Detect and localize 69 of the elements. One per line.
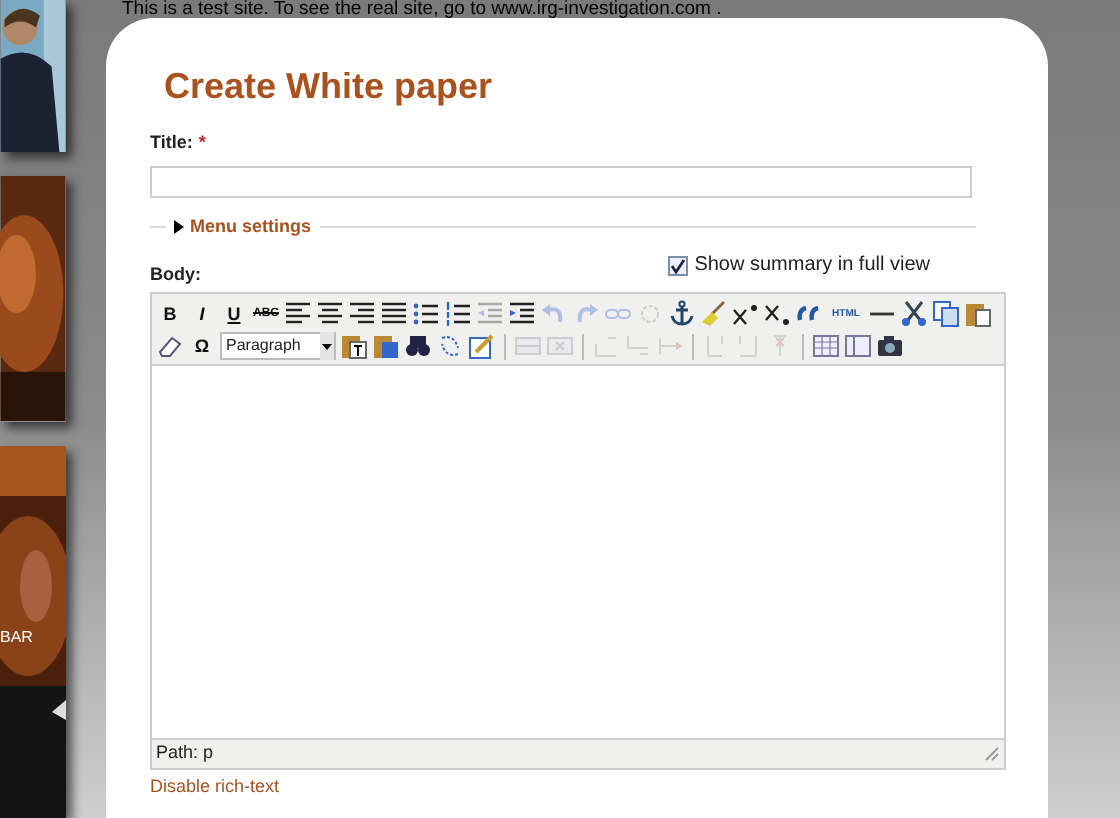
redo-icon — [572, 300, 600, 328]
summary-label: Show summary in full view — [694, 252, 930, 280]
pointer-icon — [52, 699, 66, 720]
table-properties-button[interactable] — [844, 332, 872, 360]
paste-word-icon — [372, 332, 400, 360]
superscript-button[interactable] — [732, 300, 760, 328]
summary-checkbox[interactable] — [668, 255, 689, 275]
anchor-icon — [668, 300, 696, 328]
edit-button[interactable] — [468, 332, 496, 360]
table-row-icon — [514, 332, 542, 360]
cut-icon — [900, 300, 928, 328]
resize-handle-icon[interactable] — [984, 746, 1000, 762]
page-title: Create White paper — [164, 64, 495, 108]
indent-icon — [508, 300, 536, 328]
table-icon — [812, 332, 840, 360]
subscript-icon — [764, 300, 792, 328]
superscript-icon — [732, 300, 760, 328]
outdent-icon — [476, 300, 504, 328]
justify-button[interactable] — [380, 300, 408, 328]
paste-word-button[interactable] — [372, 332, 400, 360]
align-center-button[interactable] — [316, 300, 344, 328]
binoculars-icon — [404, 332, 432, 360]
paste-text-button[interactable] — [340, 332, 368, 360]
broom-button[interactable] — [700, 300, 728, 328]
menu-settings-toggle[interactable]: Menu settings — [174, 213, 312, 240]
bullet-list-button[interactable] — [412, 300, 440, 328]
align-left-icon — [284, 300, 312, 328]
path-label: Path: p — [156, 740, 214, 767]
justify-icon — [380, 300, 408, 328]
format-button[interactable]: Ω — [188, 332, 216, 360]
format-button[interactable]: B — [156, 300, 184, 328]
eraser-icon — [156, 332, 184, 360]
format-button[interactable]: I — [188, 300, 216, 328]
title-label: Title: — [150, 132, 193, 152]
bullet-list-icon — [412, 300, 440, 328]
paste-text-icon — [340, 332, 368, 360]
camera-button[interactable] — [876, 332, 904, 360]
align-left-button[interactable] — [284, 300, 312, 328]
numbered-list-icon — [444, 300, 472, 328]
required-mark: * — [198, 132, 206, 152]
subscript-button[interactable] — [764, 300, 792, 328]
sidebar-caption: BAR — [0, 625, 33, 650]
title-field[interactable] — [150, 165, 972, 197]
table-properties-icon — [844, 332, 872, 360]
dropdown-caret-icon — [320, 332, 334, 360]
camera-icon — [876, 332, 904, 360]
numbered-list-button[interactable] — [444, 300, 472, 328]
paste-icon — [964, 300, 992, 328]
copy-button[interactable] — [932, 300, 960, 328]
align-center-icon — [316, 300, 344, 328]
cut-button[interactable] — [900, 300, 928, 328]
align-right-button[interactable] — [348, 300, 376, 328]
table-button[interactable] — [812, 332, 840, 360]
align-right-icon — [348, 300, 376, 328]
binoculars-button[interactable] — [404, 332, 432, 360]
indent-button[interactable] — [508, 300, 536, 328]
paste-button[interactable] — [964, 300, 992, 328]
format-button[interactable]: U — [220, 300, 248, 328]
format-select[interactable]: Paragraph — [220, 332, 336, 360]
undo-icon — [540, 300, 568, 328]
broom-icon — [700, 300, 728, 328]
test-site-notice: This is a test site. To see the real site, go to www.irg-investigation.com . — [120, 0, 724, 18]
table-cell-icon — [546, 332, 574, 360]
eraser-button[interactable] — [156, 332, 184, 360]
disable-rich-text-link[interactable]: Disable rich-text — [150, 776, 280, 796]
edit-icon — [468, 332, 496, 360]
body-label: Body: — [150, 261, 201, 288]
copy-icon — [932, 300, 960, 328]
anchor-button[interactable] — [668, 300, 696, 328]
